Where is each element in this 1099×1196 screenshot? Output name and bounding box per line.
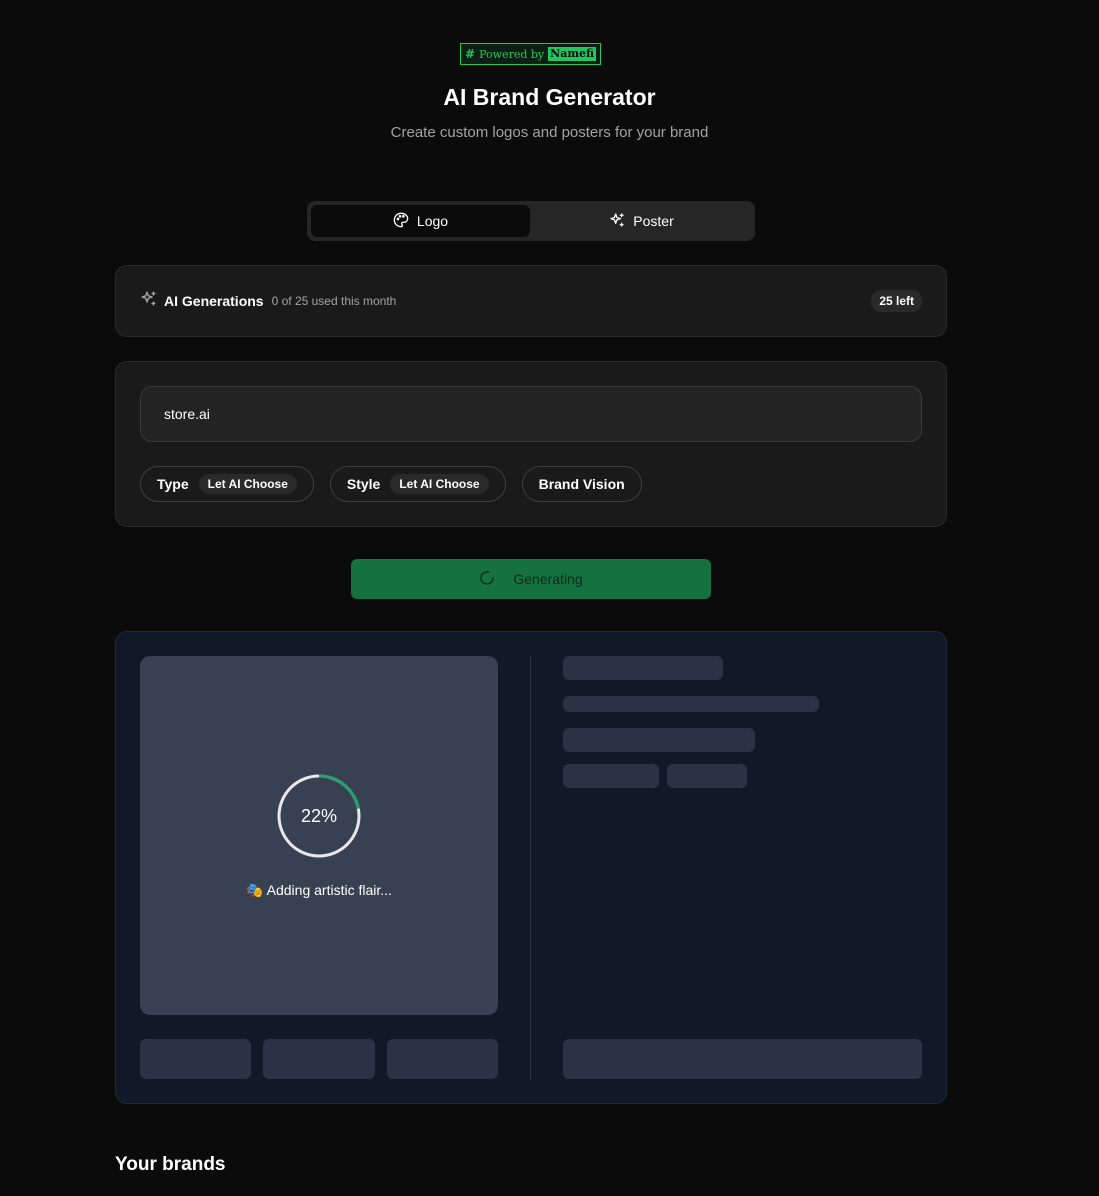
skeleton-line: [563, 696, 819, 712]
tab-logo[interactable]: Logo: [311, 205, 530, 237]
tab-logo-label: Logo: [416, 213, 449, 229]
your-brands-heading: Your brands: [115, 1154, 226, 1175]
generations-usage: 0 of 25 used this month: [271, 294, 397, 308]
powered-by-badge[interactable]: # Powered by Namefi: [460, 43, 601, 65]
status-text: Adding artistic flair...: [266, 882, 392, 898]
brand-vision-chip-label: Brand Vision: [538, 476, 625, 492]
generations-remaining-badge: 25 left: [871, 290, 922, 312]
option-chips: Type Let AI Choose Style Let AI Choose B…: [140, 466, 922, 502]
generate-button[interactable]: Generating: [351, 559, 711, 599]
logo-canvas: 22% 🎭 Adding artistic flair...: [140, 656, 498, 1015]
style-chip-label: Style: [346, 476, 381, 492]
spinner-icon: [479, 570, 495, 589]
progress-percent: 22%: [300, 805, 338, 826]
brand-vision-chip[interactable]: Brand Vision: [521, 466, 642, 502]
skeleton-tag: [563, 764, 659, 788]
skeleton-action: [263, 1039, 375, 1079]
hash-icon: #: [465, 47, 476, 61]
sparkles-icon: [140, 290, 164, 312]
style-chip[interactable]: Style Let AI Choose: [329, 466, 506, 502]
namefi-brand: Namefi: [548, 47, 596, 61]
sparkles-icon: [609, 212, 625, 231]
progress-status: 🎭 Adding artistic flair...: [140, 882, 498, 899]
generate-button-label: Generating: [513, 571, 583, 587]
style-chip-value: Let AI Choose: [390, 474, 489, 494]
page-title: AI Brand Generator: [443, 84, 656, 110]
generation-preview-card: 22% 🎭 Adding artistic flair...: [115, 631, 947, 1104]
skeleton-line: [563, 728, 755, 752]
skeleton-tag: [667, 764, 747, 788]
generations-card: AI Generations 0 of 25 used this month 2…: [115, 265, 947, 337]
tab-poster[interactable]: Poster: [532, 205, 751, 237]
generations-title: AI Generations: [164, 293, 264, 309]
type-chip-label: Type: [157, 476, 189, 492]
status-emoji: 🎭: [246, 882, 264, 898]
preview-divider: [530, 656, 531, 1080]
page-subtitle: Create custom logos and posters for your…: [390, 124, 709, 141]
tab-poster-label: Poster: [633, 213, 674, 229]
skeleton-line: [563, 656, 723, 680]
skeleton-action: [387, 1039, 498, 1079]
page: # Powered by Namefi AI Brand Generator C…: [0, 0, 1099, 1196]
type-chip-value: Let AI Choose: [198, 474, 297, 494]
type-chip[interactable]: Type Let AI Choose: [140, 466, 314, 502]
powered-by-text: Powered by: [479, 47, 545, 61]
skeleton-button: [563, 1039, 922, 1079]
brand-form-card: Type Let AI Choose Style Let AI Choose B…: [115, 361, 947, 527]
skeleton-action: [140, 1039, 251, 1079]
brand-name-input[interactable]: [140, 386, 922, 442]
mode-tabs: Logo Poster: [307, 201, 755, 241]
palette-icon: [393, 212, 409, 231]
